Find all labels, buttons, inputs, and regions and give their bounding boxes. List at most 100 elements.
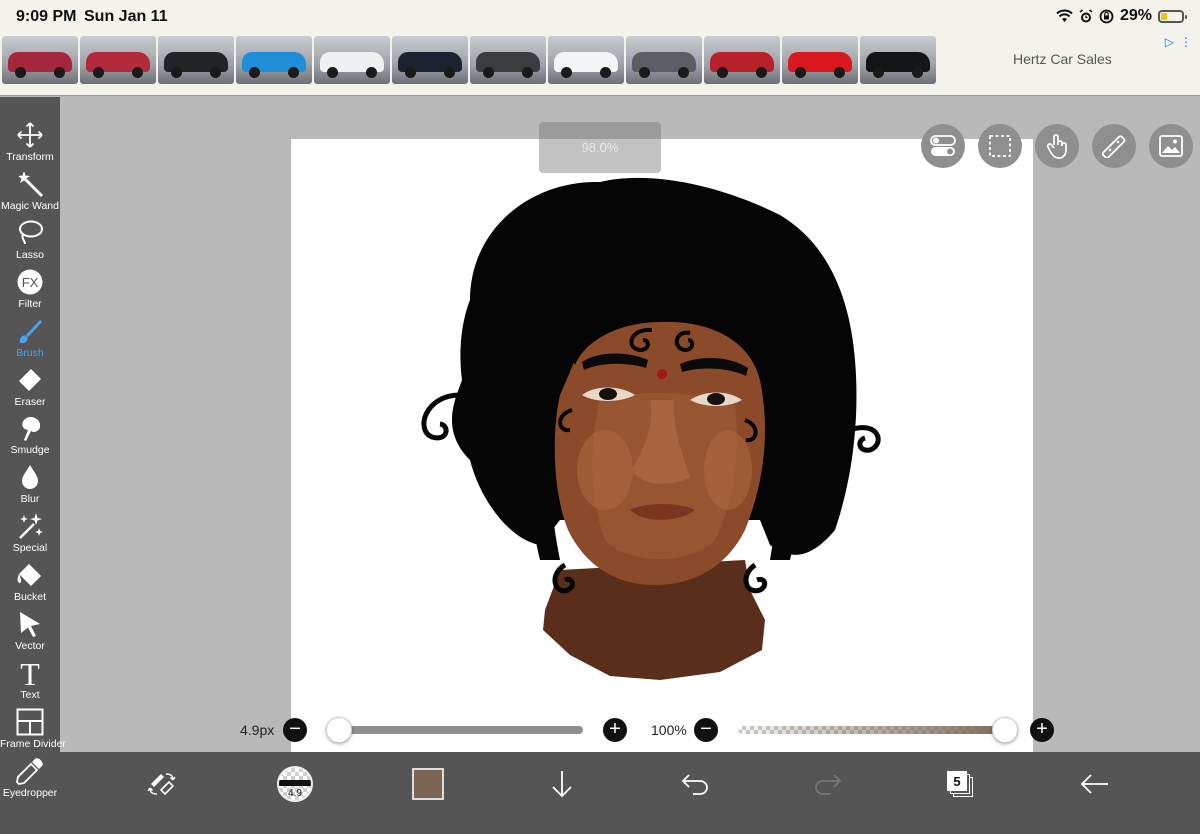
- color-swatch[interactable]: [412, 768, 444, 800]
- ad-car-thumbnail[interactable]: [860, 36, 936, 84]
- car-wheel: [15, 67, 26, 78]
- tool-label: Frame Divider: [0, 737, 66, 750]
- brush-size-knob[interactable]: [325, 717, 352, 743]
- ad-car-thumbnail[interactable]: [704, 36, 780, 84]
- ruler-icon: [1102, 135, 1126, 158]
- ad-brand[interactable]: Hertz Car Sales: [1013, 51, 1112, 67]
- tool-bucket[interactable]: Bucket: [0, 561, 60, 609]
- ad-car-thumbnail[interactable]: [2, 36, 78, 84]
- opacity-minus-button[interactable]: −: [694, 718, 718, 742]
- tool-transform[interactable]: Transform: [0, 121, 60, 169]
- move-arrows-icon: [15, 121, 45, 149]
- drop-icon: [15, 463, 45, 491]
- toggle-icon: [930, 135, 956, 156]
- brush-size-plus-button[interactable]: +: [603, 718, 627, 742]
- back-arrow-icon: [1080, 774, 1108, 794]
- battery-percent: 29%: [1119, 7, 1152, 24]
- tool-text[interactable]: T Text: [0, 658, 60, 707]
- svg-text:FX: FX: [22, 275, 39, 290]
- brush-preview-value: 4.9: [288, 788, 302, 799]
- car-wheel: [561, 67, 572, 78]
- tool-smudge[interactable]: Smudge: [0, 414, 60, 462]
- ad-car-thumbnail[interactable]: [470, 36, 546, 84]
- tool-brush[interactable]: Brush: [0, 317, 60, 365]
- redo-icon: [815, 774, 842, 795]
- brush-preview-button[interactable]: 4.9: [275, 764, 315, 804]
- back-button[interactable]: [1075, 764, 1115, 804]
- alarm-icon: [1079, 8, 1093, 22]
- brush-size-minus-button[interactable]: −: [283, 718, 307, 742]
- ad-car-thumbnail[interactable]: [782, 36, 858, 84]
- brush-size-label: 4.9px: [240, 722, 275, 738]
- smudge-icon: [15, 414, 45, 442]
- car-wheel: [912, 67, 923, 78]
- tool-label: Lasso: [15, 248, 45, 261]
- color-swatch-button[interactable]: [408, 764, 448, 804]
- tool-label: Smudge: [10, 444, 50, 457]
- selection-icon: [989, 135, 1011, 157]
- tool-eyedropper[interactable]: Eyedropper: [0, 757, 60, 805]
- tool-lasso[interactable]: Lasso: [0, 219, 60, 267]
- ruler-button[interactable]: [1092, 124, 1136, 168]
- car-wheel: [93, 67, 104, 78]
- tool-special[interactable]: Special: [0, 512, 60, 560]
- tool-label: Eraser: [14, 395, 46, 408]
- ad-car-thumbnail[interactable]: [392, 36, 468, 84]
- car-wheel: [366, 67, 377, 78]
- tool-vector[interactable]: Vector: [0, 610, 60, 658]
- car-wheel: [756, 67, 767, 78]
- car-wheel: [678, 67, 689, 78]
- redo-button[interactable]: [808, 764, 848, 804]
- ad-car-thumbnail[interactable]: [314, 36, 390, 84]
- image-button[interactable]: [1149, 124, 1193, 168]
- touch-button[interactable]: [1035, 124, 1079, 168]
- opacity-knob[interactable]: [992, 717, 1018, 743]
- opacity-slider[interactable]: [738, 726, 1018, 734]
- tool-eraser[interactable]: Eraser: [0, 366, 60, 414]
- car-wheel: [327, 67, 338, 78]
- zoom-tooltip: 98.0%: [539, 122, 661, 173]
- brush-icon: [15, 317, 45, 345]
- selection-button[interactable]: [978, 124, 1022, 168]
- tool-frame-divider[interactable]: Frame Divider: [0, 708, 66, 756]
- brush-preview-icon: 4.9: [277, 766, 313, 802]
- car-wheel: [444, 67, 455, 78]
- ad-car-thumbnail[interactable]: [236, 36, 312, 84]
- layers-icon: 5: [947, 771, 973, 797]
- opacity-plus-button[interactable]: +: [1030, 718, 1054, 742]
- status-bar: 9:09 PM Sun Jan 11 29%: [0, 0, 1200, 32]
- ad-car-thumbnail[interactable]: [626, 36, 702, 84]
- bucket-icon: [15, 561, 45, 589]
- opacity-label: 100%: [651, 722, 687, 738]
- svg-text:T: T: [20, 658, 40, 688]
- download-button[interactable]: [542, 764, 582, 804]
- ad-car-thumbnail[interactable]: [80, 36, 156, 84]
- ad-banner[interactable]: Hertz Car Sales ▷ ⋮: [0, 32, 1200, 96]
- ad-car-thumbnail[interactable]: [548, 36, 624, 84]
- layer-count: 5: [947, 771, 967, 791]
- swap-tools-button[interactable]: [142, 764, 182, 804]
- tool-filter[interactable]: FX Filter: [0, 268, 60, 316]
- toggle-button[interactable]: [921, 124, 965, 168]
- tool-label: Bucket: [13, 591, 47, 604]
- ad-car-gallery[interactable]: [2, 36, 936, 84]
- undo-button[interactable]: [675, 764, 715, 804]
- car-wheel: [171, 67, 182, 78]
- tool-magic-wand[interactable]: Magic Wand: [0, 170, 60, 218]
- ad-choices-icon[interactable]: ▷: [1165, 35, 1174, 49]
- layers-button[interactable]: 5: [940, 764, 980, 804]
- status-right: 29%: [1056, 7, 1187, 25]
- ad-close-icon[interactable]: ⋮: [1180, 35, 1192, 49]
- status-date: Sun Jan 11: [84, 8, 168, 25]
- brush-size-slider[interactable]: [328, 726, 583, 734]
- frame-divider-icon: [15, 708, 45, 736]
- fx-icon: FX: [15, 268, 45, 296]
- car-wheel: [834, 67, 845, 78]
- car-wheel: [210, 67, 221, 78]
- tool-blur[interactable]: Blur: [0, 463, 60, 511]
- tool-label: Transform: [6, 151, 54, 163]
- car-wheel: [639, 67, 650, 78]
- pointer-icon: [15, 610, 45, 638]
- ad-car-thumbnail[interactable]: [158, 36, 234, 84]
- download-icon: [552, 771, 572, 798]
